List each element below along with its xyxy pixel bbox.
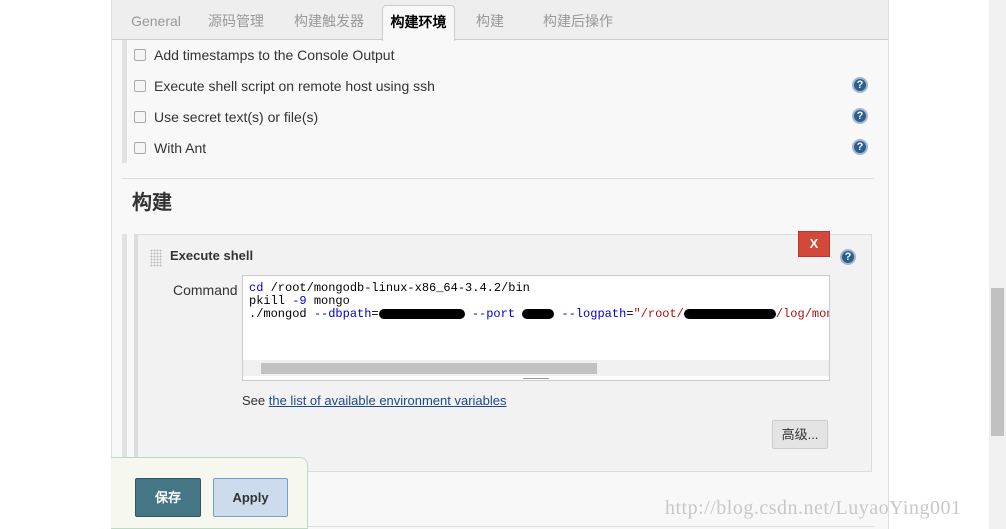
option-label: Add timestamps to the Console Output: [154, 47, 395, 63]
option-ssh[interactable]: Execute shell script on remote host usin…: [134, 76, 435, 96]
code-token: "/root/: [633, 307, 684, 321]
scrollbar-thumb[interactable]: [991, 288, 1004, 436]
tab-bar: General 源码管理 构建触发器 构建环境 构建 构建后操作: [112, 0, 888, 41]
env-vars-link[interactable]: the list of available environment variab…: [269, 393, 507, 408]
code-token: -9: [292, 294, 307, 308]
option-ant[interactable]: With Ant: [134, 138, 206, 158]
apply-button[interactable]: Apply: [213, 478, 288, 517]
code-token: --logpath: [561, 307, 627, 321]
option-label: With Ant: [154, 140, 207, 156]
tab-triggers[interactable]: 构建触发器: [284, 5, 374, 40]
redaction: [522, 308, 555, 319]
command-label: Command: [173, 282, 238, 298]
watermark: http://blog.csdn.net/LuyaoYing001: [665, 497, 962, 519]
vertical-scrollbar[interactable]: [989, 0, 1006, 529]
help-icon[interactable]: ?: [852, 77, 868, 93]
option-label: Use secret text(s) or file(s): [154, 109, 319, 125]
help-icon[interactable]: ?: [852, 108, 868, 124]
hint-text: See: [242, 393, 269, 408]
env-vars-hint: See the list of available environment va…: [242, 393, 507, 408]
scrollbar-thumb[interactable]: [261, 363, 597, 374]
config-panel: General 源码管理 构建触发器 构建环境 构建 构建后操作 Add tim…: [111, 0, 889, 529]
code-token: --dbpath: [313, 307, 372, 321]
help-icon[interactable]: ?: [852, 139, 868, 155]
advanced-button[interactable]: 高级...: [772, 420, 828, 449]
checkbox[interactable]: [134, 49, 146, 61]
bottom-button-bar: 保存 Apply: [111, 457, 308, 529]
command-code: cd /root/mongodb-linux-x86_64-3.4.2/bin …: [249, 281, 829, 321]
checkbox[interactable]: [134, 142, 146, 154]
delete-step-button[interactable]: X: [798, 231, 830, 257]
resize-handle[interactable]: [523, 378, 549, 380]
redaction: [378, 308, 465, 319]
code-token: /log/mongodb_: [775, 307, 829, 321]
execute-shell-step: Execute shell X ? Command cd /root/mongo…: [134, 231, 872, 472]
save-button[interactable]: 保存: [135, 478, 201, 517]
help-icon[interactable]: ?: [840, 249, 856, 265]
tab-general[interactable]: General: [122, 5, 190, 40]
checkbox[interactable]: [134, 80, 146, 92]
code-token: =: [371, 307, 379, 321]
section-indent-bar: [122, 234, 127, 474]
code-token: cd: [249, 281, 264, 295]
code-token: ./mongod: [249, 307, 314, 321]
redaction: [683, 308, 776, 319]
section-indent-bar: [122, 40, 127, 163]
option-secret[interactable]: Use secret text(s) or file(s): [134, 107, 318, 127]
divider: [122, 178, 874, 179]
option-label: Execute shell script on remote host usin…: [154, 78, 435, 94]
command-editor[interactable]: cd /root/mongodb-linux-x86_64-3.4.2/bin …: [242, 275, 830, 381]
code-token: --port: [471, 307, 516, 321]
option-timestamps[interactable]: Add timestamps to the Console Output: [134, 45, 394, 65]
tab-scm[interactable]: 源码管理: [200, 5, 272, 40]
tab-post-build[interactable]: 构建后操作: [526, 5, 630, 40]
tab-build-env[interactable]: 构建环境: [382, 5, 455, 41]
horizontal-scrollbar[interactable]: [243, 360, 829, 376]
step-title: Execute shell: [170, 248, 254, 263]
section-title: 构建: [132, 192, 172, 214]
checkbox[interactable]: [134, 111, 146, 123]
code-token: pkill: [249, 294, 293, 308]
tab-build[interactable]: 构建: [468, 5, 512, 40]
code-token: mongo: [306, 294, 350, 308]
drag-handle-icon[interactable]: [150, 249, 162, 267]
code-token: /root/mongodb-linux-x86_64-3.4.2/bin: [263, 281, 530, 295]
